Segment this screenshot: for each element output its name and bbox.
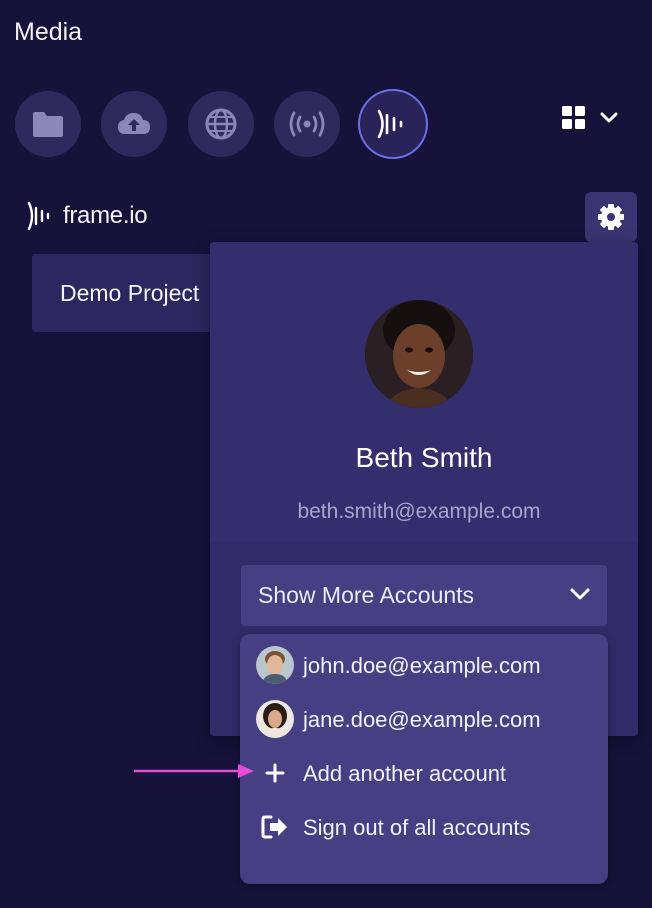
profile-section: Beth Smith beth.smith@example.com bbox=[210, 242, 638, 542]
accounts-menu: john.doe@example.com jane.doe@example.co… bbox=[240, 634, 608, 884]
account-email: jane.doe@example.com bbox=[303, 707, 541, 732]
user-photo-icon bbox=[256, 700, 294, 738]
avatar bbox=[256, 700, 294, 738]
globe-icon bbox=[205, 108, 237, 140]
account-item-jane[interactable]: jane.doe@example.com bbox=[240, 692, 608, 746]
profile-name: Beth Smith bbox=[355, 442, 493, 473]
grid-icon bbox=[562, 106, 585, 129]
user-photo-icon bbox=[256, 646, 294, 684]
web-source-button[interactable] bbox=[188, 91, 254, 157]
avatar bbox=[365, 300, 473, 408]
folder-source-button[interactable] bbox=[15, 91, 81, 157]
account-email: john.doe@example.com bbox=[303, 653, 541, 678]
settings-button[interactable] bbox=[585, 192, 637, 242]
sign-out-icon bbox=[261, 815, 287, 839]
account-item-john[interactable]: john.doe@example.com bbox=[240, 638, 608, 692]
annotation-arrow-icon bbox=[134, 764, 254, 778]
avatar bbox=[256, 646, 294, 684]
show-more-accounts-button[interactable]: Show More Accounts bbox=[241, 565, 607, 626]
frameio-logo-icon bbox=[27, 201, 50, 231]
plus-icon bbox=[265, 763, 285, 783]
chevron-down-icon bbox=[600, 112, 618, 123]
folder-icon bbox=[33, 112, 63, 137]
upload-source-button[interactable] bbox=[101, 91, 167, 157]
frameio-icon bbox=[377, 109, 403, 139]
user-photo-icon bbox=[365, 300, 473, 408]
add-account-label: Add another account bbox=[303, 761, 507, 786]
panel-title: Media bbox=[14, 18, 83, 46]
project-name: Demo Project bbox=[60, 280, 200, 306]
view-toggle[interactable] bbox=[562, 106, 618, 130]
chevron-down-icon bbox=[570, 588, 590, 600]
gear-icon bbox=[598, 204, 624, 230]
cloud-upload-icon bbox=[118, 113, 150, 134]
show-more-accounts-label: Show More Accounts bbox=[258, 582, 475, 608]
sign-out-all-item[interactable]: Sign out of all accounts bbox=[240, 800, 608, 854]
broadcast-source-button[interactable] bbox=[274, 91, 340, 157]
frameio-source-button[interactable] bbox=[360, 91, 426, 157]
profile-email: beth.smith@example.com bbox=[297, 500, 541, 523]
brand: frame.io bbox=[27, 201, 148, 231]
sign-out-all-label: Sign out of all accounts bbox=[303, 815, 531, 840]
brand-name: frame.io bbox=[63, 202, 148, 229]
broadcast-icon bbox=[289, 111, 325, 137]
add-account-item[interactable]: Add another account bbox=[240, 746, 608, 800]
